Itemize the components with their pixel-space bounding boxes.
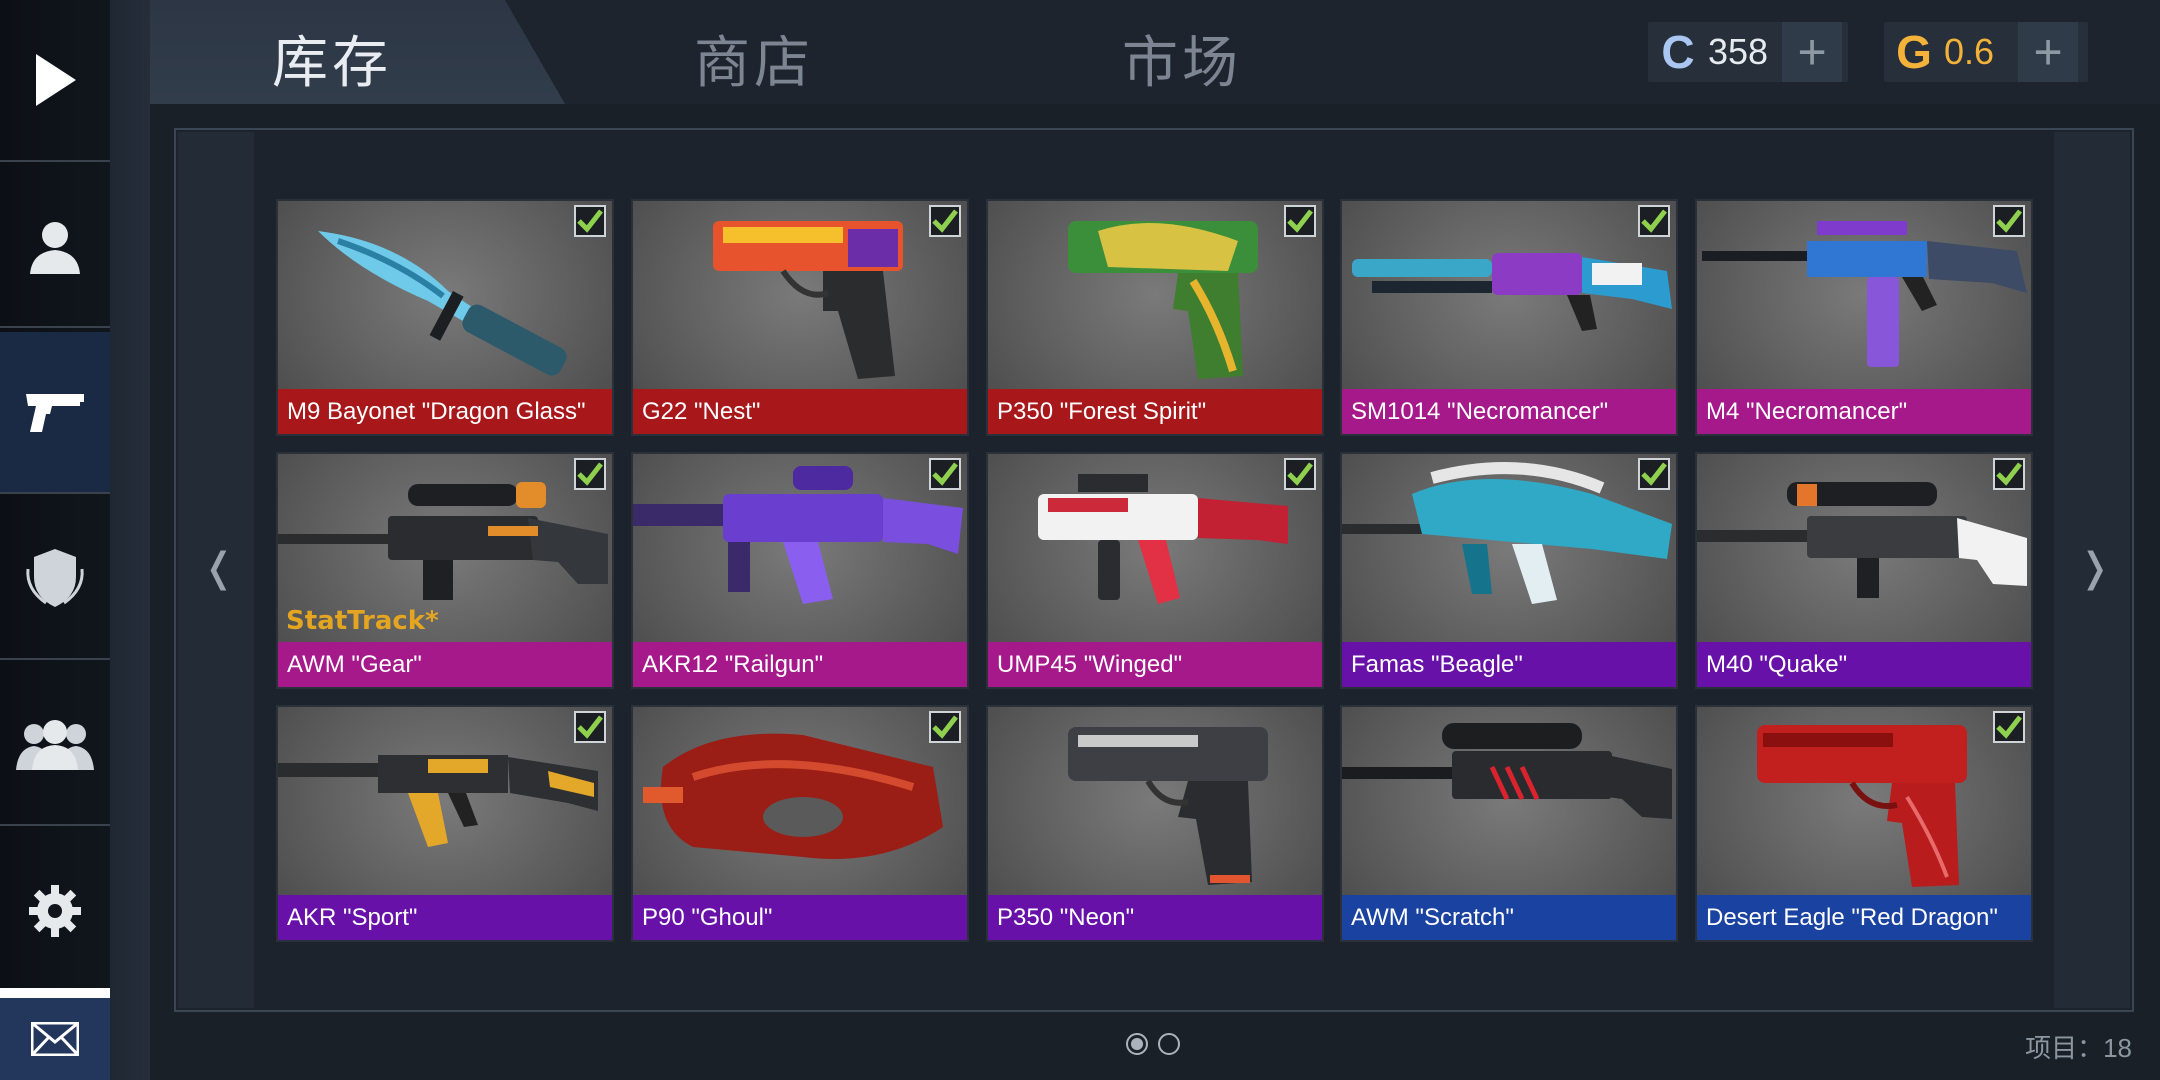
inventory-item[interactable]: Famas "Beagle" bbox=[1340, 452, 1678, 689]
gold-coin-icon: G bbox=[1896, 26, 1932, 78]
item-name: P350 "Forest Spirit" bbox=[988, 389, 1322, 434]
shield-icon bbox=[26, 549, 84, 607]
inventory-item[interactable]: SM1014 "Necromancer" bbox=[1340, 199, 1678, 436]
weapon-image bbox=[278, 755, 598, 847]
item-name: M40 "Quake" bbox=[1697, 642, 2031, 687]
equipped-check-icon bbox=[929, 458, 961, 490]
inventory-item[interactable]: P350 "Forest Spirit" bbox=[986, 199, 1324, 436]
sidebar-divider bbox=[110, 0, 150, 1080]
play-icon bbox=[36, 54, 76, 106]
page-indicator bbox=[1126, 1033, 1180, 1055]
weapon-image bbox=[633, 466, 963, 604]
sidebar-item-profile[interactable] bbox=[0, 166, 110, 328]
tab-inventory[interactable]: 库存 bbox=[272, 18, 392, 99]
item-name: P350 "Neon" bbox=[988, 895, 1322, 940]
inventory-item[interactable]: P350 "Neon" bbox=[986, 705, 1324, 942]
item-name: G22 "Nest" bbox=[633, 389, 967, 434]
gold-currency: G 0.6 + bbox=[1884, 22, 2088, 82]
equipped-check-icon bbox=[574, 205, 606, 237]
equipped-check-icon bbox=[574, 458, 606, 490]
add-silver-button[interactable]: + bbox=[1782, 22, 1843, 82]
weapon-image bbox=[318, 231, 567, 376]
item-name: UMP45 "Winged" bbox=[988, 642, 1322, 687]
equipped-check-icon bbox=[1638, 205, 1670, 237]
tab-shop[interactable]: 商店 bbox=[694, 18, 814, 99]
sidebar-item-friends[interactable] bbox=[0, 664, 110, 826]
equipped-check-icon bbox=[1638, 458, 1670, 490]
sidebar-item-inventory[interactable] bbox=[0, 332, 110, 494]
user-icon bbox=[30, 222, 80, 274]
equipped-check-icon bbox=[1993, 458, 2025, 490]
equipped-check-icon bbox=[1993, 205, 2025, 237]
equipped-check-icon bbox=[929, 711, 961, 743]
weapon-image bbox=[1068, 221, 1258, 379]
inventory-item[interactable]: AKR "Sport" bbox=[276, 705, 614, 942]
page-dot-2[interactable] bbox=[1158, 1033, 1180, 1055]
weapon-image bbox=[1697, 482, 2027, 598]
inventory-item[interactable]: UMP45 "Winged" bbox=[986, 452, 1324, 689]
gear-icon bbox=[29, 885, 81, 937]
weapon-image bbox=[1068, 727, 1268, 885]
weapon-image bbox=[1342, 723, 1672, 819]
inventory-item[interactable]: G22 "Nest" bbox=[631, 199, 969, 436]
item-name: SM1014 "Necromancer" bbox=[1342, 389, 1676, 434]
equipped-check-icon bbox=[929, 205, 961, 237]
item-name: AKR "Sport" bbox=[278, 895, 612, 940]
sidebar-item-play[interactable] bbox=[0, 0, 110, 162]
silver-currency: C 358 + bbox=[1648, 22, 1848, 82]
item-name: AKR12 "Railgun" bbox=[633, 642, 967, 687]
equipped-check-icon bbox=[1284, 205, 1316, 237]
inventory-item[interactable]: StatTrack* AWM "Gear" bbox=[276, 452, 614, 689]
item-name: AWM "Scratch" bbox=[1342, 895, 1676, 940]
sidebar-item-settings[interactable] bbox=[0, 830, 110, 992]
friends-icon bbox=[16, 720, 94, 770]
item-count: 项目：18 bbox=[2025, 1033, 2132, 1063]
weapon-image bbox=[1757, 725, 1967, 887]
item-name: P90 "Ghoul" bbox=[633, 895, 967, 940]
inventory-item[interactable]: M9 Bayonet "Dragon Glass" bbox=[276, 199, 614, 436]
inventory-item[interactable]: P90 "Ghoul" bbox=[631, 705, 969, 942]
equipped-check-icon bbox=[1284, 458, 1316, 490]
sidebar-item-clan[interactable] bbox=[0, 498, 110, 660]
item-name: M4 "Necromancer" bbox=[1697, 389, 2031, 434]
equipped-check-icon bbox=[1993, 711, 2025, 743]
inventory-item[interactable]: M40 "Quake" bbox=[1695, 452, 2033, 689]
stattrack-badge: StatTrack* bbox=[286, 606, 439, 636]
inventory-item[interactable]: Desert Eagle "Red Dragon" bbox=[1695, 705, 2033, 942]
silver-coin-icon: C bbox=[1661, 26, 1695, 78]
sidebar-item-mail[interactable] bbox=[0, 988, 110, 1080]
pistol-icon bbox=[26, 394, 84, 432]
weapon-image bbox=[713, 221, 903, 379]
add-gold-button[interactable]: + bbox=[2018, 22, 2079, 82]
weapon-image bbox=[1038, 474, 1288, 604]
prev-page-arrow[interactable]: ❬ bbox=[202, 545, 236, 591]
item-name: AWM "Gear" bbox=[278, 642, 612, 687]
inventory-item[interactable]: M4 "Necromancer" bbox=[1695, 199, 2033, 436]
weapon-image bbox=[1702, 221, 2027, 367]
item-name: M9 Bayonet "Dragon Glass" bbox=[278, 389, 612, 434]
page-dot-1[interactable] bbox=[1126, 1033, 1148, 1055]
sidebar bbox=[0, 0, 110, 1080]
weapon-image bbox=[643, 733, 943, 859]
tab-market[interactable]: 市场 bbox=[1122, 18, 1242, 99]
silver-amount: 358 bbox=[1708, 31, 1769, 72]
mail-icon bbox=[31, 1022, 79, 1056]
weapon-image bbox=[1342, 462, 1672, 604]
inventory-item[interactable]: AKR12 "Railgun" bbox=[631, 452, 969, 689]
gold-amount: 0.6 bbox=[1944, 31, 1995, 72]
equipped-check-icon bbox=[574, 711, 606, 743]
weapon-image bbox=[1352, 253, 1672, 331]
next-page-arrow[interactable]: ❭ bbox=[2078, 545, 2112, 591]
item-name: Desert Eagle "Red Dragon" bbox=[1697, 895, 2031, 940]
item-name: Famas "Beagle" bbox=[1342, 642, 1676, 687]
inventory-item[interactable]: AWM "Scratch" bbox=[1340, 705, 1678, 942]
